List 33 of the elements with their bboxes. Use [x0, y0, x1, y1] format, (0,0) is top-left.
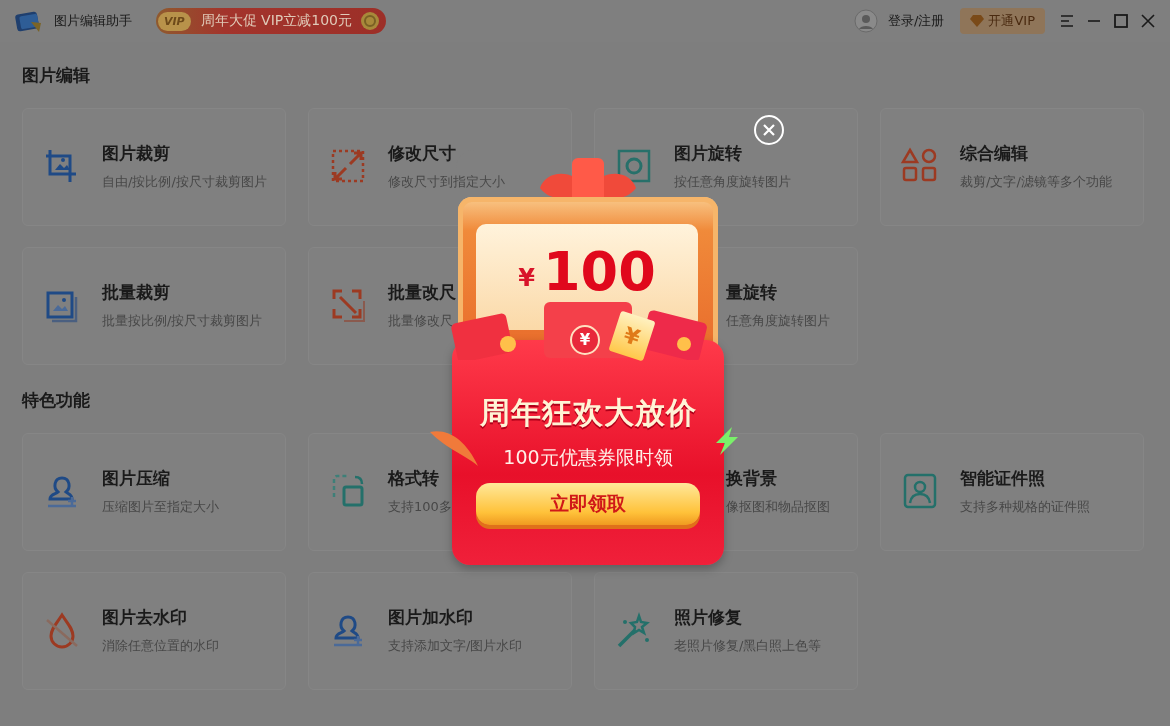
feature-title: 图片旋转	[674, 142, 742, 165]
close-icon[interactable]	[1140, 13, 1156, 29]
promo-headline: 周年狂欢大放价	[479, 395, 697, 431]
feature-title: 批量裁剪	[102, 281, 170, 304]
close-icon	[762, 123, 776, 137]
section-heading: 特色功能	[22, 389, 90, 412]
section-heading: 图片编辑	[22, 64, 90, 87]
app-name: 图片编辑助手	[54, 12, 132, 30]
feature-title: 图片去水印	[102, 606, 187, 629]
coin-icon	[360, 11, 380, 31]
promo-text: 周年大促 VIP立减100元	[200, 12, 352, 30]
flame-streak-icon	[428, 428, 480, 468]
vip-badge: VIP	[158, 11, 191, 31]
feature-title: 图片裁剪	[102, 142, 170, 165]
diamond-icon	[970, 15, 985, 27]
vip-button[interactable]: 开通VIP	[960, 8, 1045, 34]
feature-title: 量旋转	[726, 281, 777, 304]
currency-symbol: ¥	[518, 264, 535, 292]
avatar-icon[interactable]	[854, 9, 879, 33]
feature-title: 照片修复	[674, 606, 742, 629]
promo-banner[interactable]: VIP 周年大促 VIP立减100元	[156, 8, 386, 34]
feature-title: 图片压缩	[102, 467, 170, 490]
feature-title: 格式转	[388, 467, 439, 490]
maximize-icon[interactable]	[1113, 13, 1129, 29]
menu-icon[interactable]	[1059, 13, 1075, 29]
feature-title: 智能证件照	[960, 467, 1045, 490]
feature-title: 修改尺寸	[388, 142, 456, 165]
login-link[interactable]: 登录/注册	[888, 12, 945, 30]
feature-title: 批量改尺	[388, 281, 456, 304]
close-button[interactable]	[754, 115, 784, 145]
feature-title: 换背景	[726, 467, 777, 490]
feature-title: 综合编辑	[960, 142, 1028, 165]
feature-title: 图片加水印	[388, 606, 473, 629]
